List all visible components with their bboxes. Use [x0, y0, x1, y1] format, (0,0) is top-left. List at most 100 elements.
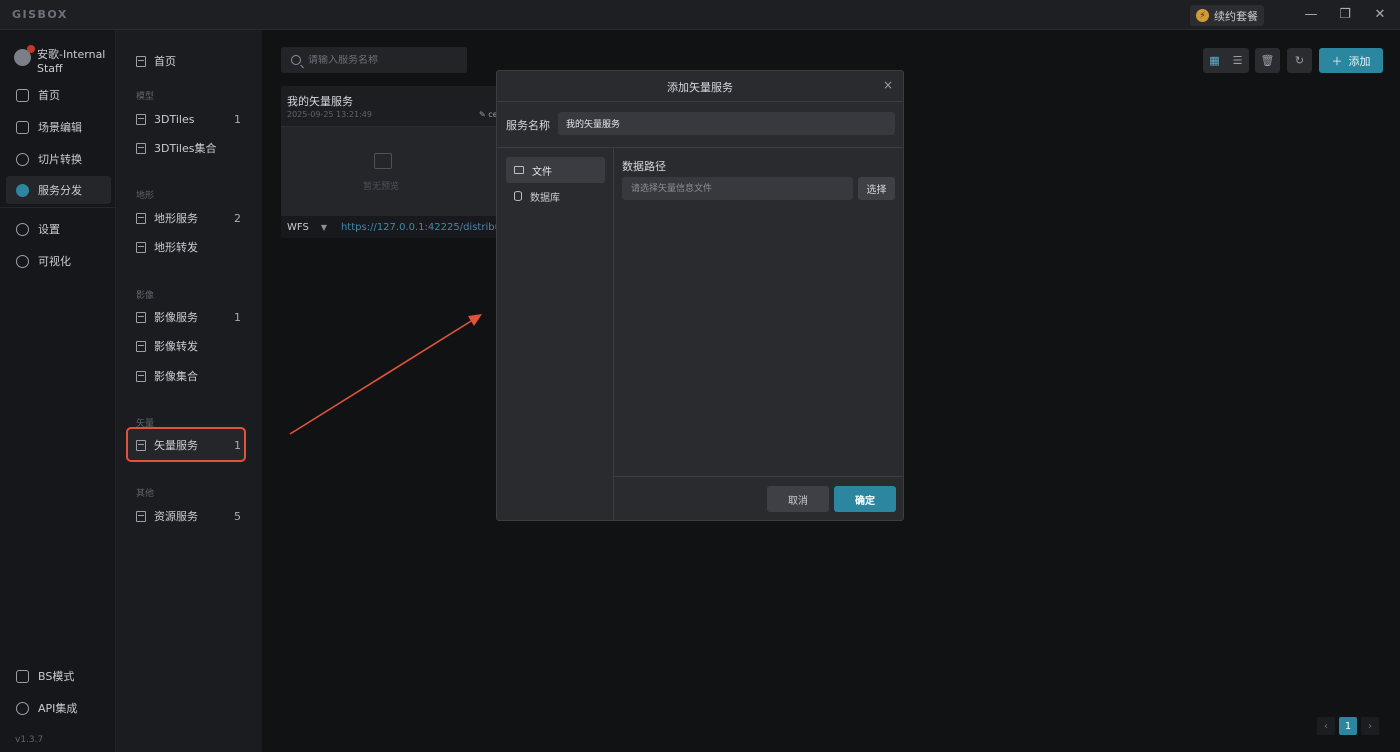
document-icon	[136, 241, 146, 253]
cube-icon	[16, 120, 29, 134]
document-icon	[136, 311, 146, 323]
sub-item-label: 资源服务	[154, 510, 198, 523]
cancel-button[interactable]: 取消	[767, 486, 829, 512]
document-icon	[136, 212, 146, 224]
sub-item-3dtiles-set[interactable]: 3DTiles集合	[136, 138, 260, 158]
refresh-button[interactable]: ↻	[1287, 48, 1312, 73]
choose-file-button[interactable]: 选择	[858, 177, 895, 200]
data-path-input[interactable]	[622, 177, 853, 200]
nav-item-tile-convert[interactable]: 切片转换	[6, 145, 111, 173]
document-icon	[136, 370, 146, 382]
nav-item-visualization[interactable]: 可视化	[6, 247, 111, 275]
nav-item-home[interactable]: 首页	[6, 81, 111, 109]
code-icon	[16, 669, 29, 683]
search-box	[281, 47, 467, 73]
sub-item-count: 5	[234, 509, 241, 523]
document-icon	[136, 340, 146, 352]
pagination: ‹ 1 ›	[1317, 717, 1379, 735]
sub-item-imagery-service[interactable]: 影像服务 1	[136, 307, 260, 327]
service-card[interactable]: 我的矢量服务 2025-09-25 13:21:49 ✎ ce 暂无预览 WFS…	[281, 86, 501, 238]
sub-item-count: 2	[234, 211, 241, 225]
add-button-label: 添加	[1348, 54, 1371, 68]
card-title: 我的矢量服务	[287, 95, 353, 108]
add-button[interactable]: ＋ 添加	[1319, 48, 1383, 73]
delete-button[interactable]: 🗑	[1255, 48, 1280, 73]
document-icon	[136, 142, 146, 154]
search-input[interactable]	[308, 54, 458, 66]
close-icon[interactable]: ×	[883, 78, 893, 92]
database-icon	[514, 191, 522, 201]
list-view-icon[interactable]: ☰	[1226, 48, 1249, 73]
service-url-link[interactable]: https://127.0.0.1:42225/distribut	[341, 222, 501, 233]
nav-divider	[0, 207, 116, 208]
sub-item-label: 影像转发	[154, 340, 198, 353]
grid-view-icon[interactable]: ▦	[1203, 48, 1226, 73]
close-window-icon[interactable]: ✕	[1372, 7, 1388, 23]
source-item-database[interactable]: 数据库	[506, 183, 605, 209]
card-preview: 暂无预览	[281, 126, 501, 216]
sub-item-count: 1	[234, 112, 241, 126]
nav-item-settings[interactable]: 设置	[6, 215, 111, 243]
title-bar: GISBOX ⚡ 续约套餐 — ❐ ✕	[0, 0, 1400, 30]
bolt-icon: ⚡	[1196, 9, 1209, 22]
sub-item-label: 地形转发	[154, 241, 198, 254]
confirm-button[interactable]: 确定	[834, 486, 896, 512]
link-icon	[16, 701, 29, 715]
home-icon	[136, 55, 146, 67]
visual-icon	[16, 254, 29, 268]
nav-item-label: 服务分发	[38, 184, 82, 197]
sub-item-terrain-service[interactable]: 地形服务 2	[136, 208, 260, 228]
sub-item-label: 影像服务	[154, 311, 198, 324]
user-profile[interactable]: 安歌-Internal Staff	[14, 45, 114, 76]
sub-item-home[interactable]: 首页	[136, 51, 260, 71]
annotation-arrow	[289, 314, 482, 435]
next-page-button[interactable]: ›	[1361, 717, 1379, 735]
refresh-icon: ↻	[1294, 54, 1305, 67]
nav-item-service-distribution[interactable]: 服务分发	[6, 176, 111, 204]
sub-item-3dtiles[interactable]: 3DTiles 1	[136, 109, 260, 129]
service-name-label: 服务名称	[506, 119, 550, 132]
app-logo: GISBOX	[12, 8, 68, 21]
service-name-input[interactable]	[558, 112, 895, 135]
sub-item-label: 首页	[154, 55, 176, 68]
restore-icon[interactable]: ❐	[1337, 7, 1353, 23]
minimize-icon[interactable]: —	[1303, 7, 1319, 23]
convert-icon	[16, 152, 29, 166]
sub-item-label: 地形服务	[154, 212, 198, 225]
caret-down-icon[interactable]: ▼	[321, 223, 327, 232]
dialog-footer: 取消 确定	[614, 476, 903, 521]
sub-item-label: 影像集合	[154, 370, 198, 383]
main-nav: 安歌-Internal Staff 首页 场景编辑 切片转换 服务分发 设置 可…	[0, 30, 116, 752]
page-1-button[interactable]: 1	[1339, 717, 1357, 735]
renew-plan-button[interactable]: ⚡ 续约套餐	[1190, 5, 1264, 26]
sub-item-count: 1	[234, 310, 241, 324]
group-label-other: 其他	[136, 489, 155, 499]
nav-item-scene-edit[interactable]: 场景编辑	[6, 113, 111, 141]
group-label-terrain: 地形	[136, 191, 155, 201]
group-label-model: 模型	[136, 92, 155, 102]
source-item-label: 文件	[532, 166, 552, 178]
sub-item-label: 3DTiles集合	[154, 142, 217, 155]
nav-item-label: API集成	[38, 702, 78, 715]
nav-item-api-integration[interactable]: API集成	[6, 694, 111, 722]
sub-item-imagery-set[interactable]: 影像集合	[136, 366, 260, 386]
nav-item-label: 场景编辑	[38, 121, 82, 134]
nav-item-label: 切片转换	[38, 153, 82, 166]
sub-item-resource-service[interactable]: 资源服务 5	[136, 506, 260, 526]
sub-item-terrain-forward[interactable]: 地形转发	[136, 237, 260, 257]
nav-item-label: 首页	[38, 89, 60, 102]
document-icon	[136, 113, 146, 125]
dialog-title: 添加矢量服务	[667, 81, 733, 94]
dialog-body: 文件 数据库 数据路径 选择 取消 确定	[497, 147, 903, 521]
nav-item-bs-mode[interactable]: BS模式	[6, 662, 111, 690]
service-type-select[interactable]: WFS	[287, 222, 309, 233]
source-item-file[interactable]: 文件	[506, 157, 605, 183]
prev-page-button[interactable]: ‹	[1317, 717, 1335, 735]
sub-item-imagery-forward[interactable]: 影像转发	[136, 336, 260, 356]
group-label-imagery: 影像	[136, 291, 155, 301]
highlight-box	[126, 427, 246, 462]
source-item-label: 数据库	[530, 192, 560, 204]
nav-item-label: 可视化	[38, 255, 71, 268]
add-vector-service-dialog: 添加矢量服务 × 服务名称 文件 数据库 数据路径 选择 取消 确定	[496, 70, 904, 521]
home-icon	[16, 88, 29, 102]
